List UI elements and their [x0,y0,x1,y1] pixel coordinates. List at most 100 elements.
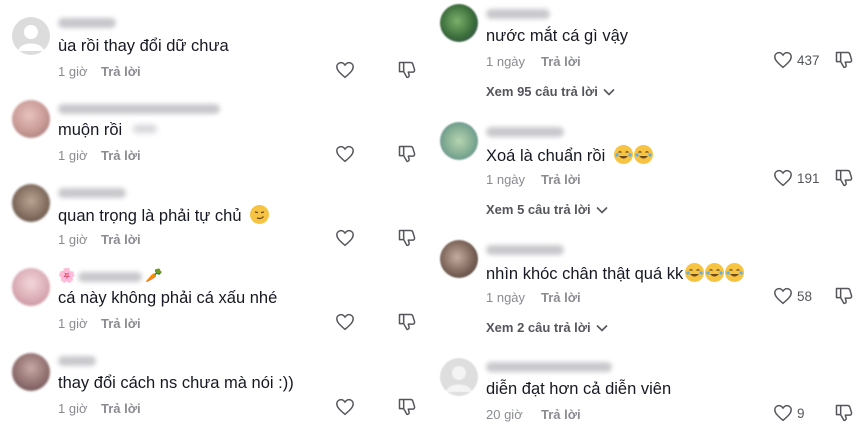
reply-button[interactable]: Trả lời [541,172,581,187]
dislike-button[interactable] [396,396,418,418]
heart-outline-icon [774,287,792,305]
chevron-down-icon [596,206,608,214]
blurred-username[interactable] [78,272,142,282]
comment-item: diễn đạt hơn cả diễn viên 20 giờ Trả lời… [430,354,860,431]
blurred-username[interactable] [58,188,126,198]
avatar[interactable] [12,268,50,306]
person-silhouette-icon [446,366,472,392]
reply-button[interactable]: Trả lời [101,148,141,163]
like-button[interactable] [772,49,794,71]
tears-of-joy-emoji-icon [705,263,725,282]
view-replies-label: Xem 95 câu trả lời [486,84,598,99]
reply-button[interactable]: Trả lời [541,290,581,305]
avatar[interactable] [12,100,50,138]
comment-item: Xoá là chuẩn rồi 1 ngày Trả lời 191 Xem … [430,118,860,228]
comment-item: 🌸 🥕 cá này không phải cá xấu nhé 1 giờ T… [0,260,430,344]
reply-button[interactable]: Trả lời [541,54,581,69]
default-avatar[interactable] [440,358,478,396]
avatar[interactable] [440,122,478,160]
comment-time: 1 ngày [486,290,526,305]
thumbs-down-outline-icon [398,229,416,247]
comment-text-content: nhìn khóc chân thật quá kk [486,265,684,283]
tears-of-joy-emoji-icon [725,263,745,282]
reply-button[interactable]: Trả lời [541,407,581,422]
dislike-button[interactable] [833,167,855,189]
comment-time: 1 giờ [58,148,88,163]
thumbs-down-outline-icon [835,287,853,305]
dislike-button[interactable] [396,59,418,81]
blurred-username[interactable] [486,362,612,372]
heart-outline-icon [336,398,354,416]
dislike-button[interactable] [833,402,855,424]
view-replies-button[interactable]: Xem 5 câu trả lời [486,202,608,217]
avatar[interactable] [12,353,50,391]
comment-text: nhìn khóc chân thật quá kk [486,263,745,284]
comment-item: muộn rồi 1 giờ Trả lời [0,92,430,176]
comment-item: nhìn khóc chân thật quá kk 1 ngày Trả lờ… [430,236,860,346]
comment-item: thay đổi cách ns chưa mà nói :)) 1 giờ T… [0,344,430,428]
avatar[interactable] [12,184,50,222]
comment-item: quan trọng là phải tự chủ 1 giờ Trả lời [0,176,430,260]
blurred-username[interactable] [486,9,550,19]
reply-button[interactable]: Trả lời [101,232,141,247]
thumbs-down-outline-icon [398,398,416,416]
blurred-username[interactable] [58,104,220,114]
blurred-username[interactable] [486,127,564,137]
view-replies-button[interactable]: Xem 95 câu trả lời [486,84,616,99]
tears-of-joy-emoji-icon [633,145,653,164]
dislike-button[interactable] [396,143,418,165]
comment-time: 1 giờ [58,316,88,331]
blurred-username[interactable] [58,18,116,28]
like-button[interactable] [334,311,356,333]
view-replies-button[interactable]: Xem 2 câu trả lời [486,320,608,335]
blurred-username[interactable] [58,356,96,366]
heart-outline-icon [336,229,354,247]
like-button[interactable] [772,167,794,189]
view-replies-label: Xem 5 câu trả lời [486,202,591,217]
dislike-button[interactable] [833,285,855,307]
blurred-mention [132,125,157,133]
like-button[interactable] [772,402,794,424]
like-button[interactable] [334,143,356,165]
dislike-button[interactable] [396,311,418,333]
heart-outline-icon [336,61,354,79]
comment-time: 1 ngày [486,54,526,69]
dislike-button[interactable] [396,227,418,249]
view-replies-label: Xem 2 câu trả lời [486,320,591,335]
like-button[interactable] [334,227,356,249]
heart-outline-icon [774,169,792,187]
chevron-down-icon [596,324,608,332]
default-avatar[interactable] [12,17,50,55]
comment-time: 1 giờ [58,64,88,79]
comment-text: Xoá là chuẩn rồi [486,145,653,166]
comment-text: ùa rồi thay đổi dữ chưa [58,37,229,55]
reply-button[interactable]: Trả lời [101,316,141,331]
reply-button[interactable]: Trả lời [101,64,141,79]
like-button[interactable] [334,59,356,81]
like-button[interactable] [772,285,794,307]
tears-of-joy-emoji-icon [613,145,633,164]
comment-item: nước mắt cá gì vậy 1 ngày Trả lời 437 Xe… [430,0,860,110]
dislike-button[interactable] [833,49,855,71]
like-button[interactable] [334,396,356,418]
avatar[interactable] [440,4,478,42]
thumbs-down-outline-icon [398,61,416,79]
comment-text: cá này không phải cá xấu nhé [58,289,278,307]
like-count: 9 [797,406,805,421]
comment-time: 1 giờ [58,401,88,416]
flower-emoji-icon: 🌸 [58,267,76,283]
smirk-emoji-icon [250,205,270,224]
comment-text: nước mắt cá gì vậy [486,27,628,45]
comment-text-content: Xoá là chuẩn rồi [486,147,606,165]
thumbs-down-outline-icon [398,145,416,163]
heart-outline-icon [774,51,792,69]
chevron-down-icon [603,88,616,96]
blurred-username[interactable] [486,245,564,255]
comment-text-content: muộn rồi [58,121,123,139]
thumbs-down-outline-icon [835,51,853,69]
comment-text-content: quan trọng là phải tự chủ [58,207,242,225]
comment-time: 20 giờ [486,407,523,422]
avatar[interactable] [440,240,478,278]
comment-time: 1 ngày [486,172,526,187]
reply-button[interactable]: Trả lời [101,401,141,416]
